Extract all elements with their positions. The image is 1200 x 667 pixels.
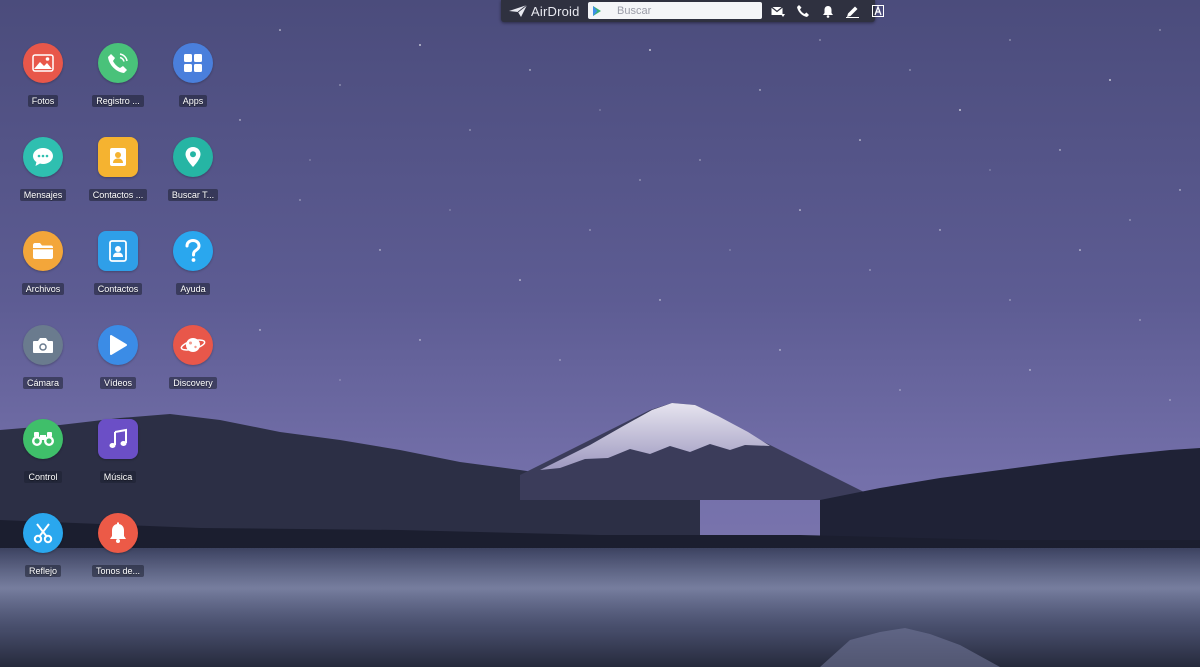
app-musica[interactable]: Música — [80, 419, 156, 483]
app-label: Tonos de... — [91, 565, 145, 577]
edit-icon[interactable] — [844, 3, 861, 19]
app-fotos[interactable]: Fotos — [5, 43, 81, 107]
app-label: Contactos — [93, 283, 143, 295]
search-input[interactable] — [617, 4, 757, 17]
planet-icon — [173, 325, 213, 365]
apps-grid-icon — [173, 43, 213, 83]
font-icon[interactable] — [869, 3, 886, 19]
binoculars-icon — [23, 419, 63, 459]
location-pin-icon — [173, 137, 213, 177]
call-log-icon — [98, 43, 138, 83]
contacts-card-icon — [98, 137, 138, 177]
paper-plane-icon — [509, 5, 527, 17]
app-videos[interactable]: Vídeos — [80, 325, 156, 389]
app-contactos-sim[interactable]: Contactos ... — [80, 137, 156, 201]
app-label: Cámara — [22, 377, 63, 389]
app-registro[interactable]: Registro ... — [80, 43, 156, 107]
logo-text: AirDroid — [531, 3, 580, 19]
folder-icon — [23, 231, 63, 271]
scissors-icon — [23, 513, 63, 553]
app-reflejo[interactable]: Reflejo — [5, 513, 81, 577]
airdroid-toolbar: AirDroid — [501, 0, 884, 22]
app-label: Mensajes — [19, 189, 67, 201]
messages-icon — [23, 137, 63, 177]
app-archivos[interactable]: Archivos — [5, 231, 81, 295]
app-label: Buscar T... — [167, 189, 219, 201]
app-camara[interactable]: Cámara — [5, 325, 81, 389]
photos-icon — [23, 43, 63, 83]
app-control[interactable]: Control — [5, 419, 81, 483]
app-label: Discovery — [169, 377, 217, 389]
bell-icon[interactable] — [819, 3, 836, 19]
ringtone-bell-icon — [98, 513, 138, 553]
app-label: Música — [99, 471, 137, 483]
app-mensajes[interactable]: Mensajes — [5, 137, 81, 201]
music-icon — [98, 419, 138, 459]
phone-icon[interactable] — [794, 3, 811, 19]
app-label: Registro ... — [92, 95, 144, 107]
app-label: Ayuda — [176, 283, 210, 295]
mail-icon[interactable] — [769, 3, 786, 19]
app-buscar-telefono[interactable]: Buscar T... — [155, 137, 231, 201]
contacts-icon — [98, 231, 138, 271]
app-apps[interactable]: Apps — [155, 43, 231, 107]
help-icon — [173, 231, 213, 271]
app-contactos[interactable]: Contactos — [80, 231, 156, 295]
airdroid-logo[interactable]: AirDroid — [509, 3, 580, 19]
app-label: Reflejo — [24, 565, 61, 577]
app-label: Fotos — [27, 95, 59, 107]
app-label: Vídeos — [99, 377, 137, 389]
play-store-icon — [593, 5, 603, 17]
video-play-icon — [98, 325, 138, 365]
search-box[interactable] — [588, 2, 762, 19]
app-label: Apps — [178, 95, 208, 107]
app-label: Contactos ... — [88, 189, 148, 201]
app-label: Control — [24, 471, 62, 483]
app-label: Archivos — [21, 283, 65, 295]
camera-icon — [23, 325, 63, 365]
app-ayuda[interactable]: Ayuda — [155, 231, 231, 295]
app-tonos[interactable]: Tonos de... — [80, 513, 156, 577]
app-discovery[interactable]: Discovery — [155, 325, 231, 389]
